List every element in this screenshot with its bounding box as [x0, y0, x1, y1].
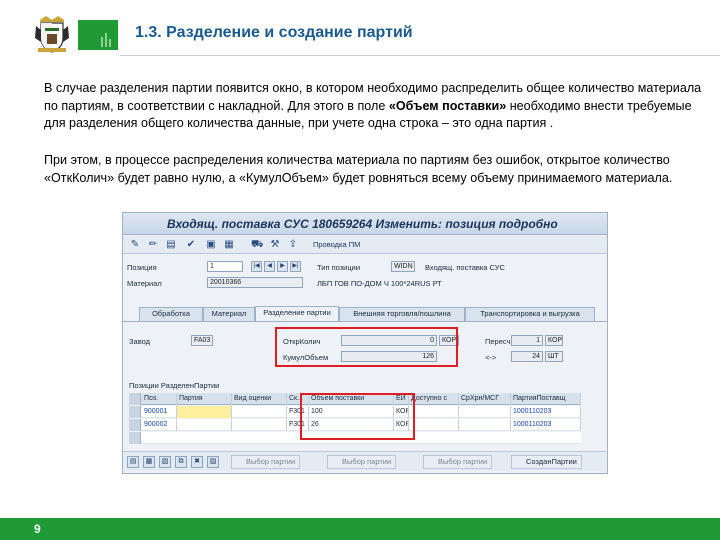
select-batch-button[interactable]: Выбор партии — [423, 455, 493, 469]
sap-toolbar: ✎ ✏ ▤ ✔ ▣ ▦ ⛟ ⚒ ⇪ Проводка ПМ — [123, 236, 607, 254]
column-header[interactable]: Поз. — [142, 393, 177, 405]
select-batch-button[interactable]: Выбор партии — [231, 455, 301, 469]
disk-icon[interactable]: ▣ — [205, 239, 217, 251]
next-item-button[interactable]: ▶ — [277, 261, 288, 272]
delete-icon[interactable]: ✖ — [191, 456, 203, 468]
conversion-label: Пересч. — [485, 337, 513, 346]
truck-icon[interactable]: ⛟ — [251, 239, 264, 251]
first-item-button[interactable]: |◀ — [251, 261, 262, 272]
paragraph-intro: В случае разделения партии появится окно… — [44, 80, 704, 133]
pencil-icon[interactable]: ✏ — [147, 239, 159, 251]
column-header[interactable]: Партия — [177, 393, 232, 405]
select-all-column[interactable] — [129, 393, 141, 405]
item-type-field: WIDN — [391, 261, 415, 272]
column-header[interactable]: СрХрн/МСГ — [459, 393, 511, 405]
grid-icon[interactable]: ▦ — [223, 239, 235, 251]
row-shelf-life[interactable] — [459, 419, 511, 431]
conversion-unit2: ШТ — [545, 351, 563, 362]
select-all-icon[interactable]: ▦ — [143, 456, 155, 468]
check-icon[interactable]: ✔ — [185, 239, 197, 251]
item-type-description: Входящ. поставка СУС — [425, 263, 505, 272]
tab-processing[interactable]: Обработка — [139, 307, 203, 321]
row-available-from[interactable] — [409, 419, 459, 431]
sap-window: Входящ. поставка СУС 180659264 Изменить:… — [122, 212, 608, 474]
tool-icon[interactable]: ⚒ — [269, 239, 281, 251]
coat-of-arms-logo — [35, 16, 69, 53]
row-valuation-type[interactable] — [232, 419, 287, 431]
conversion-unit1: КОР — [545, 335, 563, 346]
conversion-qty1: 1 — [511, 335, 543, 346]
row-batch-input[interactable] — [177, 406, 232, 418]
plant-label: Завод — [129, 337, 150, 346]
brand-logo-block — [78, 20, 118, 50]
tab-material[interactable]: Материал — [203, 307, 255, 321]
tab-panel-border — [123, 321, 607, 322]
page-number: 9 — [34, 522, 41, 536]
highlight-quantity-fields — [275, 327, 458, 367]
plant-field: FA03 — [191, 335, 213, 346]
select-batch-button[interactable]: Выбор партии — [327, 455, 397, 469]
row-batch-input[interactable] — [177, 419, 232, 431]
tab-foreign-trade[interactable]: Внешняя торговля/пошлина — [339, 307, 465, 321]
row-available-from[interactable] — [409, 406, 459, 418]
sap-tabstrip: Обработка Материал Разделение партии Вне… — [123, 306, 607, 321]
export-icon[interactable]: ⇪ — [287, 239, 299, 251]
column-header[interactable]: ПартияПоставщ — [511, 393, 581, 405]
column-header[interactable]: Вид оценки — [232, 393, 287, 405]
create-batch-button[interactable]: СозданПартии — [511, 455, 582, 469]
row-selector[interactable] — [129, 406, 141, 418]
position-field[interactable]: 1 — [207, 261, 243, 272]
copy-icon[interactable]: ⧉ — [175, 456, 187, 468]
tab-transport[interactable]: Транспортировка и выгрузка — [465, 307, 595, 321]
sap-window-title: Входящ. поставка СУС 180659264 Изменить:… — [167, 217, 558, 231]
conversion-arrow: <-> — [485, 353, 497, 362]
row-valuation-type[interactable] — [232, 406, 287, 418]
row-vendor-batch[interactable]: 1000110203 — [511, 419, 581, 431]
deselect-icon[interactable]: ▧ — [159, 456, 171, 468]
paragraph-note: При этом, в процессе распределения колич… — [44, 153, 673, 185]
row-position[interactable]: 900002 — [142, 419, 177, 431]
pencil-glasses-icon[interactable]: ✎ — [129, 239, 141, 251]
conversion-qty2: 24 — [511, 351, 543, 362]
slide-title: 1.3. Разделение и создание партий — [135, 24, 413, 41]
row-position[interactable]: 900001 — [142, 406, 177, 418]
footer-bar — [0, 518, 720, 540]
last-item-button[interactable]: ▶| — [290, 261, 301, 272]
row-selector[interactable] — [129, 432, 141, 444]
row-selector[interactable] — [129, 419, 141, 431]
row-shelf-life[interactable] — [459, 406, 511, 418]
column-header[interactable]: Доступно с — [409, 393, 459, 405]
details-icon[interactable]: ▤ — [127, 456, 139, 468]
table-toolbar: ▤ ▦ ▧ ⧉ ✖ ▨ Выбор партии Выбор партии Вы… — [123, 451, 607, 471]
insert-row-icon[interactable]: ▨ — [207, 456, 219, 468]
prev-item-button[interactable]: ◀ — [264, 261, 275, 272]
header-divider — [120, 55, 720, 56]
post-goods-receipt-button[interactable]: Проводка ПМ — [313, 240, 360, 249]
material-field: 20010366 — [207, 277, 303, 288]
paragraph-intro-bold: «Объем поставки» — [388, 98, 507, 113]
material-label: Материал — [127, 279, 162, 288]
batch-split-table-title: Позиции РазделенПартии — [129, 381, 220, 390]
tab-batch-split[interactable]: Разделение партии — [255, 306, 339, 321]
sap-title-bar: Входящ. поставка СУС 180659264 Изменить:… — [123, 213, 607, 235]
highlight-delivery-qty-column — [300, 393, 415, 440]
item-type-label: Тип позиции — [317, 263, 361, 272]
document-icon[interactable]: ▤ — [165, 239, 177, 251]
row-vendor-batch[interactable]: 1000110203 — [511, 406, 581, 418]
position-label: Позиция — [127, 263, 157, 272]
material-description: ЛБП ГОВ ПО-ДОМ Ч 100*24RUS РТ — [317, 279, 442, 288]
